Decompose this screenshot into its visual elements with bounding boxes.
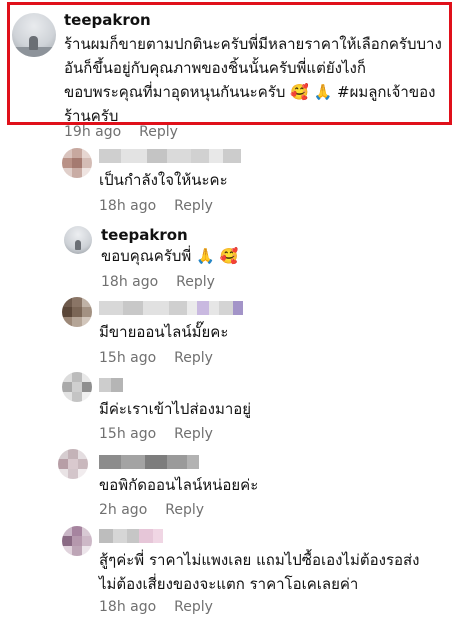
reply-time: 18h ago [101,274,159,290]
reply-text: มีค่ะเราเข้าไปส่องมาอยู่ [99,400,252,418]
reply-meta: 18h ago Reply [99,198,213,214]
reply-button[interactable]: Reply [176,274,215,290]
reply-button[interactable]: Reply [139,124,178,140]
username-blurred[interactable] [99,378,123,392]
avatar[interactable] [12,13,56,57]
reply-button[interactable]: Reply [174,350,213,366]
reply-button[interactable]: Reply [165,502,204,518]
reply-meta: 18h ago Reply [99,599,213,615]
comment-time: 19h ago [64,124,122,140]
reply-time: 2h ago [99,502,148,518]
avatar[interactable] [58,449,88,479]
avatar[interactable] [62,148,92,178]
avatar[interactable] [62,372,92,402]
reply-meta: 2h ago Reply [99,502,204,518]
reply-text: สู้ๆค่ะพี่ ราคาไม่แพงเลย แถมไปซื้อเองไม่… [99,551,420,593]
reply-text: เป็นกำลังใจให้นะคะ [99,171,228,189]
comment-text: ร้านผมก็ขายตามปกตินะครับพี่มีหลายราคาให้… [64,35,442,125]
avatar[interactable] [62,297,92,327]
reply-time: 15h ago [99,426,157,442]
reply-text: ขอพิกัดออนไลน์หน่อยค่ะ [99,476,259,494]
reply-meta: 18h ago Reply [101,274,215,290]
reply-text: มีขายออนไลน์มั๊ยคะ [99,323,229,341]
reply-button[interactable]: Reply [174,198,213,214]
reply-time: 15h ago [99,350,157,366]
avatar[interactable] [62,526,92,556]
username-blurred[interactable] [99,455,199,469]
reply-username[interactable]: teepakron [101,226,188,244]
username-blurred[interactable] [99,301,243,315]
comment-meta: 19h ago Reply [64,124,178,140]
reply-time: 18h ago [99,599,157,615]
reply-meta: 15h ago Reply [99,350,213,366]
avatar[interactable] [64,226,92,254]
username-blurred[interactable] [99,149,241,163]
reply-time: 18h ago [99,198,157,214]
reply-button[interactable]: Reply [174,599,213,615]
reply-text: ขอบคุณครับพี่ 🙏 🥰 [101,247,239,265]
reply-meta: 15h ago Reply [99,426,213,442]
comment-username[interactable]: teepakron [64,11,151,29]
username-blurred[interactable] [99,529,163,543]
reply-button[interactable]: Reply [174,426,213,442]
